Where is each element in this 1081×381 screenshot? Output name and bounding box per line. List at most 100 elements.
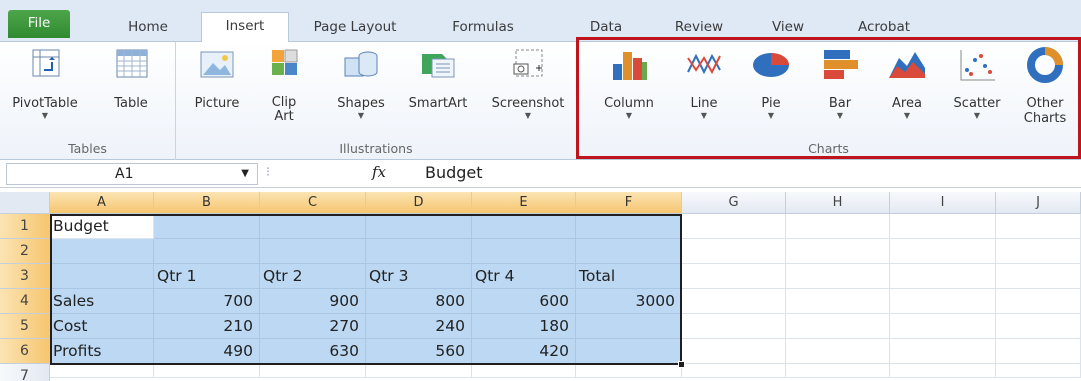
cell-j1[interactable] [996, 214, 1081, 239]
row-header-4[interactable]: 4 [0, 289, 50, 314]
cell-a3[interactable] [50, 264, 154, 289]
column-header-h[interactable]: H [786, 192, 890, 214]
cell-j7[interactable] [996, 364, 1081, 378]
cell-f1[interactable] [576, 214, 682, 239]
cell-e7[interactable] [472, 364, 576, 378]
cell-f2[interactable] [576, 239, 682, 264]
cell-g6[interactable] [682, 339, 786, 364]
cell-a2[interactable] [50, 239, 154, 264]
tab-file[interactable]: File [8, 10, 70, 38]
pivottable-button[interactable]: PivotTable ▼ [4, 46, 86, 121]
cell-i4[interactable] [890, 289, 996, 314]
column-header-g[interactable]: G [682, 192, 786, 214]
row-header-6[interactable]: 6 [0, 339, 50, 364]
picture-button[interactable]: Picture [182, 46, 252, 111]
cell-a7[interactable] [50, 364, 154, 378]
cell-h5[interactable] [786, 314, 890, 339]
cell-d1[interactable] [366, 214, 472, 239]
cell-b6[interactable]: 490 [154, 339, 260, 364]
cell-b1[interactable] [154, 214, 260, 239]
cell-d4[interactable]: 800 [366, 289, 472, 314]
cell-a1[interactable]: Budget [50, 214, 154, 239]
column-header-b[interactable]: B [154, 192, 260, 214]
cell-g3[interactable] [682, 264, 786, 289]
table-button[interactable]: Table [96, 46, 166, 111]
row-header-2[interactable]: 2 [0, 239, 50, 264]
column-header-j[interactable]: J [996, 192, 1081, 214]
cell-d7[interactable] [366, 364, 472, 378]
cell-a6[interactable]: Profits [50, 339, 154, 364]
cell-a5[interactable]: Cost [50, 314, 154, 339]
cell-c6[interactable]: 630 [260, 339, 366, 364]
cell-e4[interactable]: 600 [472, 289, 576, 314]
cell-b5[interactable]: 210 [154, 314, 260, 339]
cell-c4[interactable]: 900 [260, 289, 366, 314]
row-header-1[interactable]: 1 [0, 214, 50, 239]
tab-page-layout[interactable]: Page Layout [300, 14, 410, 42]
tab-insert[interactable]: Insert [201, 12, 289, 42]
cell-c7[interactable] [260, 364, 366, 378]
cell-h3[interactable] [786, 264, 890, 289]
cell-j4[interactable] [996, 289, 1081, 314]
cell-h7[interactable] [786, 364, 890, 378]
cell-d6[interactable]: 560 [366, 339, 472, 364]
cell-g4[interactable] [682, 289, 786, 314]
cell-c5[interactable]: 270 [260, 314, 366, 339]
insert-function-icon[interactable]: fx [372, 163, 386, 181]
cell-e5[interactable]: 180 [472, 314, 576, 339]
cell-d3[interactable]: Qtr 3 [366, 264, 472, 289]
tab-formulas[interactable]: Formulas [438, 14, 528, 42]
cell-b2[interactable] [154, 239, 260, 264]
cell-b4[interactable]: 700 [154, 289, 260, 314]
cell-d5[interactable]: 240 [366, 314, 472, 339]
row-header-3[interactable]: 3 [0, 264, 50, 289]
column-header-f[interactable]: F [576, 192, 682, 214]
cell-j2[interactable] [996, 239, 1081, 264]
cell-h2[interactable] [786, 239, 890, 264]
cell-c2[interactable] [260, 239, 366, 264]
cell-f3[interactable]: Total [576, 264, 682, 289]
row-header-5[interactable]: 5 [0, 314, 50, 339]
cell-c1[interactable] [260, 214, 366, 239]
cell-f6[interactable] [576, 339, 682, 364]
cell-i7[interactable] [890, 364, 996, 378]
column-header-i[interactable]: I [890, 192, 996, 214]
cell-e1[interactable] [472, 214, 576, 239]
smartart-button[interactable]: SmartArt [398, 46, 478, 111]
column-header-e[interactable]: E [472, 192, 576, 214]
cell-j5[interactable] [996, 314, 1081, 339]
name-box[interactable]: A1 ▼ [6, 163, 258, 185]
cell-d2[interactable] [366, 239, 472, 264]
cell-j3[interactable] [996, 264, 1081, 289]
cell-g5[interactable] [682, 314, 786, 339]
cell-g7[interactable] [682, 364, 786, 378]
column-header-a[interactable]: A [50, 192, 154, 214]
column-header-c[interactable]: C [260, 192, 366, 214]
cell-h6[interactable] [786, 339, 890, 364]
cell-g2[interactable] [682, 239, 786, 264]
cell-g1[interactable] [682, 214, 786, 239]
row-header-7[interactable]: 7 [0, 364, 50, 381]
cell-i2[interactable] [890, 239, 996, 264]
fill-handle[interactable] [678, 361, 685, 368]
cell-f4[interactable]: 3000 [576, 289, 682, 314]
cell-h4[interactable] [786, 289, 890, 314]
tab-home[interactable]: Home [118, 14, 178, 42]
cell-h1[interactable] [786, 214, 890, 239]
cell-b7[interactable] [154, 364, 260, 378]
clip-art-button[interactable]: Clip Art [262, 46, 306, 124]
cell-e6[interactable]: 420 [472, 339, 576, 364]
cell-i3[interactable] [890, 264, 996, 289]
cell-c3[interactable]: Qtr 2 [260, 264, 366, 289]
cell-b3[interactable]: Qtr 1 [154, 264, 260, 289]
screenshot-button[interactable]: Screenshot ▼ [482, 46, 574, 121]
shapes-button[interactable]: Shapes ▼ [328, 46, 394, 121]
formula-input[interactable]: Budget [425, 163, 483, 182]
cell-i6[interactable] [890, 339, 996, 364]
cell-i1[interactable] [890, 214, 996, 239]
cell-f7[interactable] [576, 364, 682, 378]
cell-e3[interactable]: Qtr 4 [472, 264, 576, 289]
chevron-down-icon[interactable]: ▼ [241, 164, 249, 184]
select-all-corner[interactable] [0, 192, 50, 214]
cell-f5[interactable] [576, 314, 682, 339]
